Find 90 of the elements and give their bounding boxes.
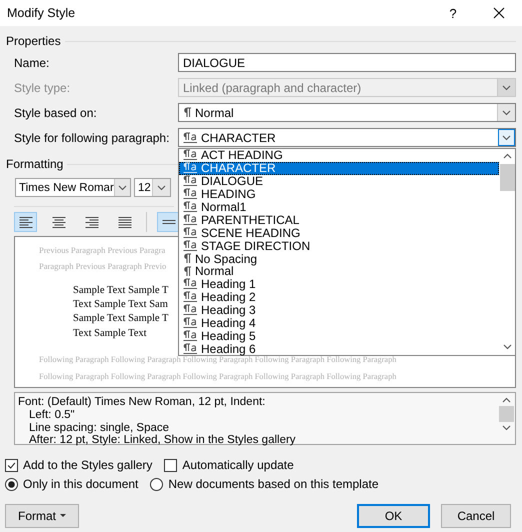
chevron-down-icon <box>502 84 511 90</box>
dropdown-option[interactable]: Normal <box>179 265 499 278</box>
scrollbar-thumb[interactable] <box>500 164 514 191</box>
scrollbar-thumb[interactable] <box>499 406 514 422</box>
linked-style-icon <box>183 132 198 144</box>
dropdown-option[interactable]: Normal1 <box>179 200 499 214</box>
section-heading: Formatting <box>6 157 64 171</box>
checkbox-label: Automatically update <box>182 458 294 472</box>
window-title: Modify Style <box>7 6 76 20</box>
ok-button[interactable]: OK <box>357 504 430 528</box>
linked-style-icon <box>183 201 198 214</box>
description-text: Font: (Default) Times New Roman, 12 pt, Indent: <box>18 396 266 408</box>
field-label: Style type: <box>14 80 72 94</box>
linked-style-icon <box>183 226 198 239</box>
dropdown-option[interactable]: PARENTHETICAL <box>179 213 499 226</box>
checkbox-label: Add to the Styles gallery <box>23 458 152 472</box>
linked-style-icon <box>183 188 198 200</box>
checkbox[interactable] <box>164 458 178 472</box>
font-dropdown[interactable]: Times New Romar <box>15 178 131 197</box>
radio-button[interactable] <box>150 478 164 490</box>
field-label: Name: <box>14 56 50 70</box>
preview-text: Paragraph Previous Paragraph Previo <box>39 261 166 271</box>
paragraph-mark-icon <box>183 107 192 118</box>
sample-text: Sample Text Sample T <box>73 313 168 324</box>
linked-style-icon <box>183 330 198 342</box>
dropdown-option[interactable]: Heading 6 <box>179 342 499 356</box>
sample-text: Text Sample Text Sam <box>73 299 168 310</box>
align-left-button[interactable] <box>14 212 37 232</box>
justify-icon <box>118 216 132 228</box>
linked-style-icon <box>183 291 198 304</box>
close-icon[interactable] <box>493 7 505 19</box>
caret-icon <box>60 514 66 518</box>
dropdown-option[interactable]: STAGE DIRECTION <box>179 239 499 252</box>
format-button[interactable]: Format <box>5 504 79 528</box>
dropdown-option[interactable]: Heading 3 <box>179 304 499 317</box>
dropdown-option[interactable]: ACT HEADING <box>179 149 499 162</box>
dropdown-option[interactable]: Heading 5 <box>179 329 499 342</box>
paragraph-mark-icon <box>183 266 192 277</box>
name-field[interactable]: DIALOGUE <box>178 53 516 72</box>
chevron-down-icon <box>502 110 511 116</box>
linked-style-icon <box>183 342 198 355</box>
dropdown-option[interactable]: Heading 2 <box>179 290 499 304</box>
description-text: Line spacing: single, Space <box>29 422 170 434</box>
scroll-up-icon[interactable] <box>502 153 512 159</box>
linked-style-icon <box>183 162 198 174</box>
line-spacing-button[interactable] <box>157 212 180 232</box>
linked-style-icon <box>183 304 198 316</box>
chevron-down-icon <box>502 134 511 140</box>
font-size-dropdown[interactable]: 12 <box>134 178 171 197</box>
chevron-down-icon <box>157 184 166 190</box>
align-center-icon <box>52 216 66 228</box>
style-dropdown[interactable]: CHARACTER <box>178 128 516 147</box>
linked-style-icon <box>183 214 198 226</box>
section-heading: Properties <box>6 34 61 48</box>
align-left-icon <box>18 216 32 228</box>
dropdown-option[interactable]: Heading 4 <box>179 316 499 330</box>
preview-text: Following Paragraph Following Paragraph Following Paragraph Following Paragraph Following Paragraph <box>39 354 396 364</box>
radio-button[interactable] <box>5 478 18 490</box>
scroll-up-icon[interactable] <box>502 397 511 403</box>
description-text: Left: 0.5" <box>29 408 75 421</box>
preview-text: Previous Paragraph Previous Paragra <box>39 245 166 255</box>
field-label: Style for following paragraph: <box>14 130 170 144</box>
line-spacing-icon <box>162 220 176 224</box>
paragraph-mark-icon <box>183 253 192 264</box>
radio-label: Only in this document <box>23 477 138 491</box>
dropdown-option[interactable]: No Spacing <box>179 252 499 266</box>
dropdown-option[interactable]: HEADING <box>179 188 499 201</box>
sample-text: Text Sample Text <box>73 328 147 339</box>
linked-style-icon <box>183 175 198 188</box>
cancel-button[interactable]: Cancel <box>441 504 511 528</box>
chevron-down-icon <box>118 184 127 190</box>
scroll-down-icon <box>502 425 511 431</box>
checkbox[interactable] <box>5 458 18 472</box>
radio-label: New documents based on this template <box>168 477 379 491</box>
help-button[interactable]: ? <box>430 6 476 20</box>
linked-style-icon <box>183 278 198 290</box>
sample-text: Sample Text Sample T <box>73 285 168 296</box>
scroll-down-icon <box>502 344 512 350</box>
linked-style-icon <box>183 240 198 252</box>
linked-style-icon <box>183 149 198 162</box>
preview-text: Following Paragraph Following Paragraph Following Paragraph Following Paragraph Following Paragraph <box>39 372 396 381</box>
dropdown-option[interactable]: DIALOGUE <box>179 174 499 188</box>
dropdown-option[interactable]: Heading 1 <box>179 278 499 291</box>
linked-style-icon <box>183 317 198 330</box>
description-text: After: 12 pt, Style: Linked, Show in the Styles gallery <box>29 434 296 446</box>
field-label: Style based on: <box>14 106 98 120</box>
dropdown-option[interactable]: SCENE HEADING <box>179 226 499 240</box>
dropdown-option[interactable]: CHARACTER <box>179 162 499 175</box>
style-dropdown[interactable]: Normal <box>178 103 516 122</box>
align-right-icon <box>84 216 98 228</box>
